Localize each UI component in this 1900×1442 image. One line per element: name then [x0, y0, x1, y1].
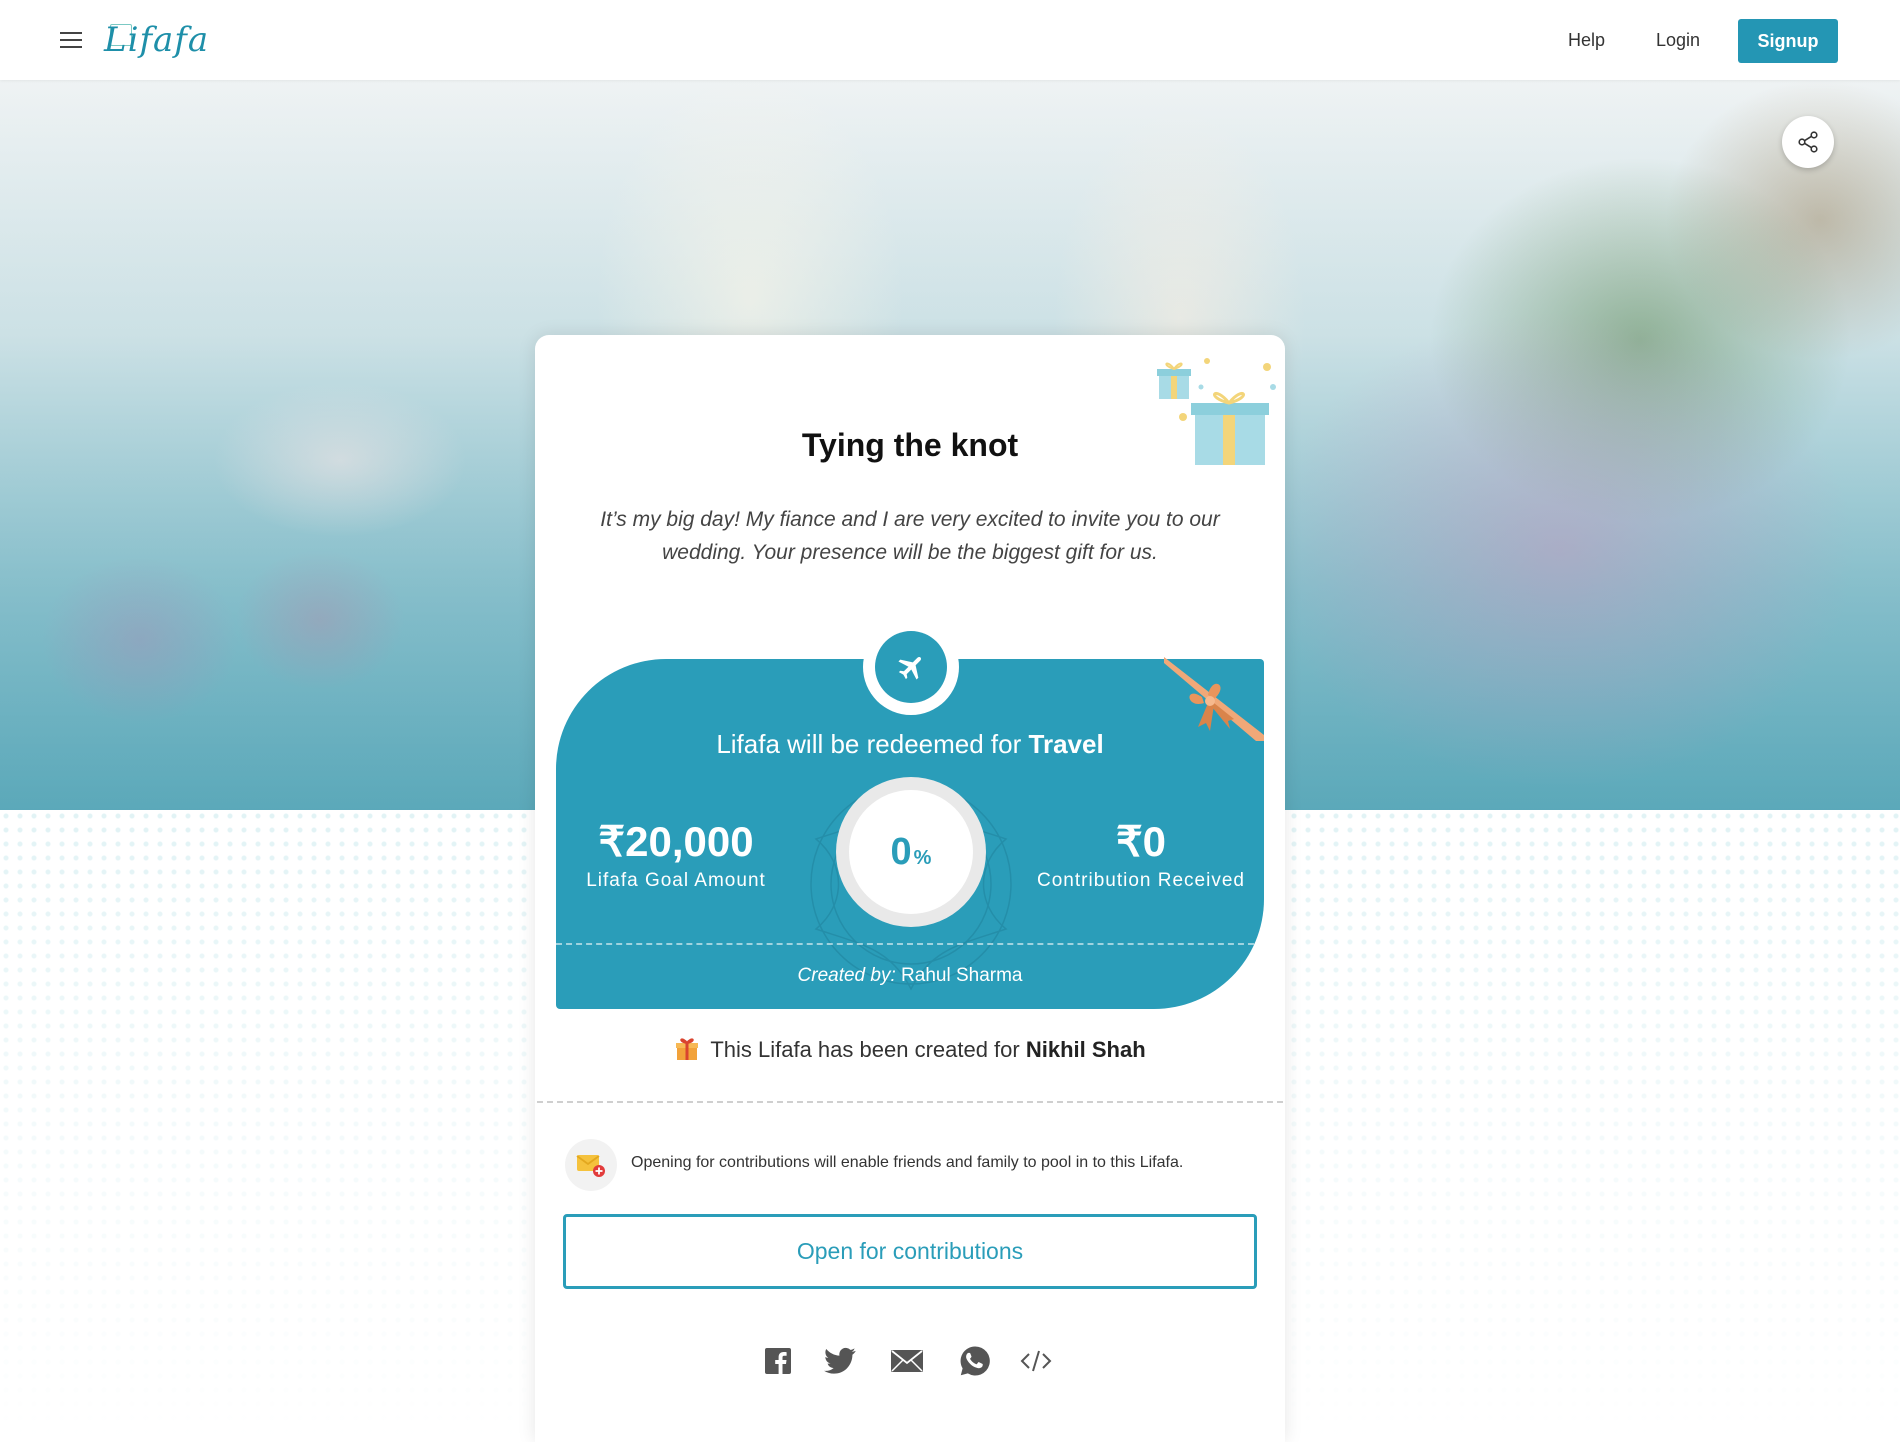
- hamburger-menu-icon[interactable]: [60, 28, 84, 50]
- lifafa-card: Tying the knot It’s my big day! My fianc…: [535, 335, 1285, 1442]
- goal-amount-label: Lifafa Goal Amount: [586, 870, 766, 891]
- goal-amount-block: ₹20,000 Lifafa Goal Amount: [566, 817, 786, 892]
- created-for-prefix: This Lifafa has been created for: [710, 1037, 1020, 1062]
- embed-code-icon[interactable]: [1016, 1341, 1056, 1381]
- created-by-text: Created by: Rahul Sharma: [556, 965, 1264, 987]
- open-for-contributions-button[interactable]: Open for contributions: [563, 1214, 1257, 1289]
- goal-amount: ₹20,000: [598, 818, 754, 865]
- logo-text: Lifafa: [104, 20, 210, 60]
- redeem-category-text: Lifafa will be redeemed for Travel: [556, 729, 1264, 760]
- created-for-text: This Lifafa has been created for Nikhil …: [535, 1035, 1285, 1063]
- social-share-row: [535, 1341, 1285, 1381]
- category-badge: [863, 619, 959, 715]
- contribution-info-row: Opening for contributions will enable fr…: [565, 1139, 1265, 1191]
- share-button[interactable]: [1782, 116, 1834, 168]
- progress-ring: 0%: [836, 777, 986, 927]
- received-amount: ₹0: [1115, 818, 1167, 865]
- gift-icon: [676, 1038, 699, 1060]
- created-by-name: Rahul Sharma: [901, 965, 1023, 986]
- progress-unit: %: [913, 846, 932, 869]
- top-navigation-bar: Lifafa Help Login Signup: [0, 0, 1900, 80]
- share-icon: [1798, 131, 1818, 153]
- redeem-prefix: Lifafa will be redeemed for: [716, 729, 1022, 759]
- received-amount-label: Contribution Received: [1037, 870, 1245, 891]
- envelope-add-icon: [565, 1139, 617, 1191]
- lifafa-description: It’s my big day! My fiance and I are ver…: [600, 508, 1220, 564]
- created-for-name: Nikhil Shah: [1025, 1037, 1146, 1062]
- twitter-icon[interactable]: [820, 1341, 860, 1381]
- redeem-category: Travel: [1028, 729, 1104, 759]
- signup-button[interactable]: Signup: [1738, 19, 1838, 63]
- panel-dashed-divider: [556, 943, 1264, 945]
- card-dashed-divider: [537, 1101, 1283, 1103]
- lifafa-logo[interactable]: Lifafa: [104, 18, 208, 62]
- progress-percentage: 0: [890, 830, 912, 873]
- lifafa-summary-panel: Lifafa will be redeemed for Travel ₹20,0…: [556, 619, 1264, 1009]
- contribution-received-block: ₹0 Contribution Received: [1026, 817, 1256, 892]
- login-link[interactable]: Login: [1656, 30, 1700, 51]
- contribution-info-text: Opening for contributions will enable fr…: [631, 1154, 1184, 1171]
- email-icon[interactable]: [887, 1341, 927, 1381]
- created-by-label: Created by:: [797, 965, 896, 986]
- help-link[interactable]: Help: [1568, 30, 1605, 51]
- airplane-icon: [898, 656, 922, 680]
- lifafa-title: Tying the knot: [801, 427, 1019, 463]
- facebook-icon[interactable]: [758, 1341, 798, 1381]
- whatsapp-icon[interactable]: [955, 1341, 995, 1381]
